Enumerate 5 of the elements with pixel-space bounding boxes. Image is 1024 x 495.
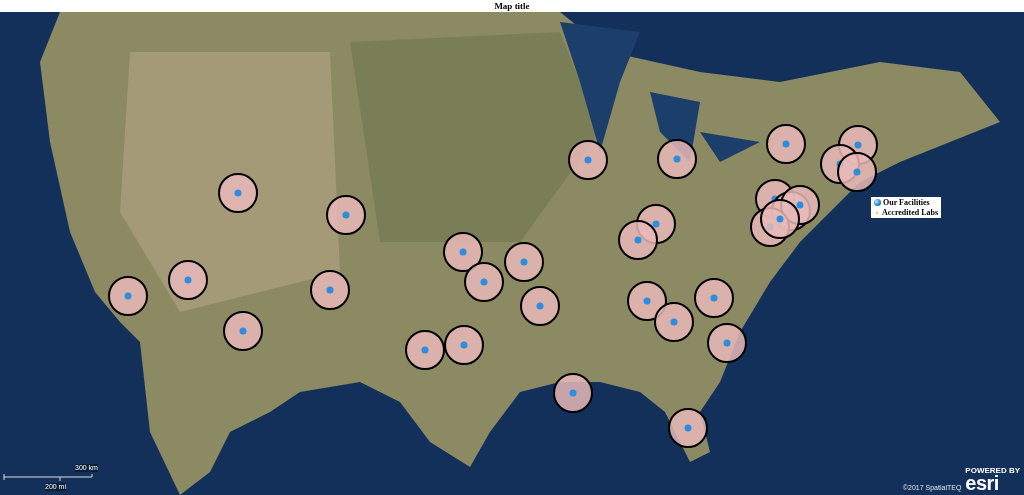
legend-label: Accredited Labs [882, 208, 939, 217]
facility-marker-icon [874, 199, 881, 206]
esri-logo: POWERED BY esri [965, 466, 1020, 492]
legend-label: Our Facilities [883, 198, 930, 207]
map-title: Map title [494, 1, 530, 11]
